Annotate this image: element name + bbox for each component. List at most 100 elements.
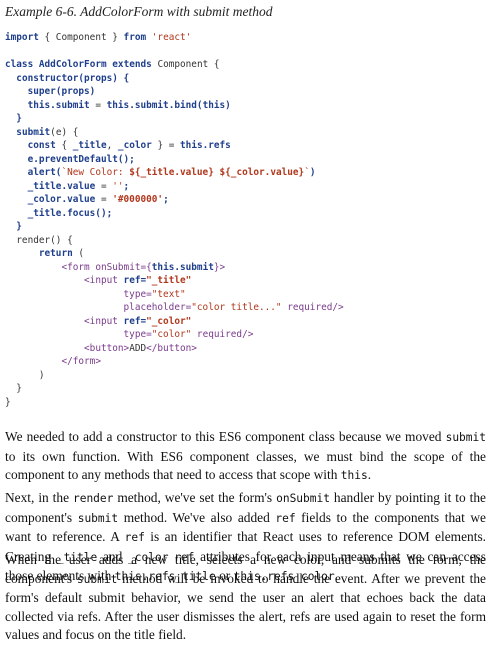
code-token: _color [117, 140, 152, 151]
code-token: ) [309, 167, 316, 178]
code-token: from [123, 32, 147, 43]
code-token: ) [5, 369, 45, 381]
text-run: Next, in the [5, 490, 73, 505]
code-token: } [5, 396, 11, 408]
code-line: <input ref="_color" [5, 315, 344, 329]
code-token: ref= [123, 275, 147, 286]
code-line: e.preventDefault(); [5, 153, 344, 167]
code-line: </form> [5, 355, 344, 369]
book-page: Example 6-6. AddColorForm with submit me… [0, 0, 491, 667]
code-line: return ( [5, 247, 344, 261]
code-token: } [5, 221, 22, 232]
code-token: _title.focus(); [27, 207, 113, 219]
code-token: import [5, 32, 39, 43]
code-token: ${_color.value} [219, 167, 305, 178]
code-token: </form> [61, 356, 101, 367]
code-token: "color title..." [191, 302, 282, 313]
code-token: <input [84, 315, 124, 327]
code-line: <form onSubmit={this.submit}> [5, 261, 344, 275]
code-token: type= [123, 329, 152, 340]
inline-code: onSubmit [276, 492, 330, 505]
code-line: _color.value = '#000000'; [5, 193, 344, 207]
code-token: ; [163, 194, 169, 205]
code-token: submit [16, 126, 51, 138]
code-line: submit(e) { [5, 126, 344, 140]
code-token: ( [72, 248, 85, 259]
code-token: alert( [27, 167, 62, 178]
code-token: _title.value [27, 180, 96, 192]
code-listing: import { Component } from 'react' class … [5, 31, 344, 409]
code-token: return [38, 248, 73, 259]
inline-code: render [72, 492, 114, 505]
code-token: Component { [151, 59, 220, 70]
code-line: } [5, 220, 344, 234]
paragraph-constructor: We needed to add a constructor to this E… [5, 428, 486, 486]
code-token: this.submit [151, 261, 214, 273]
code-token: ref= [123, 315, 147, 327]
text-run: method. We've also added [118, 509, 276, 525]
inline-code: this [340, 469, 368, 483]
code-token: const [27, 140, 56, 151]
code-token: { Component } [38, 32, 124, 43]
code-line: } [5, 112, 344, 126]
text-run: to its own function. With ES6 component … [5, 448, 486, 483]
code-token: super [27, 86, 56, 97]
code-token: class [5, 59, 34, 70]
text-run: method, we've set the form's [113, 490, 277, 505]
code-token: } [5, 383, 22, 394]
code-token: this [202, 99, 226, 111]
code-token: (e) { [50, 126, 79, 138]
code-token: { [55, 140, 73, 151]
code-line: } [5, 396, 344, 410]
code-token: '' [112, 180, 124, 192]
code-token: ) [225, 99, 231, 111]
code-token: `New Color: [61, 167, 130, 178]
code-line: type="text" [5, 288, 344, 302]
code-token: type= [123, 288, 152, 300]
code-token: <form [61, 261, 96, 273]
code-token: '#000000' [112, 194, 164, 205]
code-token: 'react' [151, 32, 192, 43]
code-line: class AddColorForm extends Component { [5, 58, 344, 72]
code-token: e.preventDefault(); [27, 153, 135, 165]
code-token: } = [151, 140, 181, 151]
code-line: ) [5, 369, 344, 383]
inline-code: ref [275, 511, 296, 525]
code-token: .refs [202, 140, 231, 151]
code-token: ${_title.value} [129, 167, 214, 178]
text-run: We needed to add a constructor to this E… [5, 429, 446, 444]
inline-code: submit [445, 431, 486, 444]
paragraph-submit-behavior: When the user adds a new title, selects … [5, 551, 486, 645]
code-token: placeholder= [123, 302, 192, 313]
code-token: .submit [50, 99, 90, 111]
code-token: = [95, 180, 113, 192]
code-line: } [5, 382, 344, 396]
text-run: . [367, 467, 372, 483]
code-token: required/> [191, 329, 254, 340]
code-token: constructor [16, 72, 79, 84]
code-token: _color.value [27, 194, 96, 205]
inline-code: submit [77, 511, 119, 525]
code-line: constructor(props) { [5, 72, 344, 86]
code-line: render() { [5, 234, 344, 248]
code-line: <input ref="_title" [5, 274, 344, 288]
code-token: .submit.bind( [129, 99, 203, 111]
code-line: type="color" required/> [5, 328, 344, 342]
code-token: , [106, 140, 118, 151]
inline-code: ref [124, 531, 145, 545]
example-caption: Example 6-6. AddColorForm with submit me… [5, 4, 273, 19]
